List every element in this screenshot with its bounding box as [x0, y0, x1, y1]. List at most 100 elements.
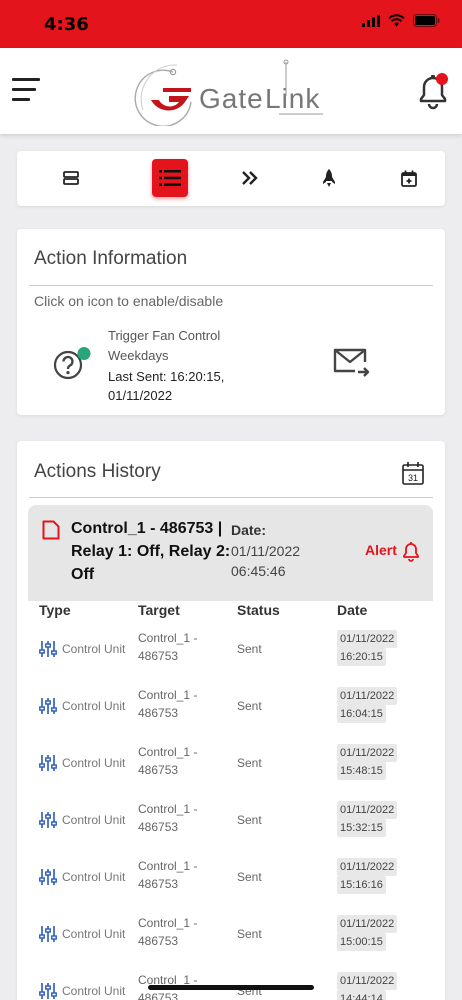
row-date-day: 01/11/2022 [337, 801, 398, 819]
row-status: Sent [237, 927, 262, 941]
row-date-time: 14:44:14 [337, 990, 386, 1000]
email-send-icon[interactable] [332, 344, 372, 378]
action-toolbar [17, 151, 445, 206]
control-unit-icon [39, 755, 57, 771]
row-date-time: 15:32:15 [337, 819, 386, 837]
row-type: Control Unit [62, 870, 126, 884]
row-date-day: 01/11/2022 [337, 915, 398, 933]
row-date-time: 15:16:16 [337, 876, 386, 894]
alert-datetime: 01/11/2022 06:45:46 [231, 541, 300, 581]
row-date: 01/11/2022 14:44:14 [337, 972, 398, 1000]
row-target-id: 486753 [138, 706, 179, 720]
last-sent-date: 01/11/2022 [108, 388, 173, 403]
row-target-name: Control_1 - [138, 745, 198, 759]
list-icon [159, 170, 181, 186]
row-date-day: 01/11/2022 [337, 630, 398, 648]
row-status: Sent [237, 699, 262, 713]
alert-bell-icon [403, 542, 419, 562]
notification-bell-icon[interactable] [416, 72, 450, 110]
menu-icon[interactable] [12, 78, 40, 102]
row-target-id: 486753 [138, 763, 179, 777]
alert-date: 01/11/2022 [231, 543, 301, 559]
actions-history-card: Actions History 31 Control_1 - 486753 | … [17, 441, 445, 1000]
divider [29, 497, 433, 498]
table-row[interactable]: Control Unit Control_1 - 486753 Sent 01/11/2… [39, 854, 439, 911]
last-sent: Last Sent: 16:20:15, 01/11/2022 [108, 367, 224, 405]
control-unit-icon [39, 812, 57, 828]
action-details: Trigger Fan Control Weekdays Last Sent: … [108, 326, 224, 405]
row-target-name: Control_1 - [138, 859, 198, 873]
wifi-icon [388, 14, 405, 27]
row-target: Control_1 - 486753 [138, 857, 197, 893]
table-row[interactable]: Control Unit Control_1 -486753 Sent 01/11/2… [39, 911, 439, 968]
tab-list[interactable] [152, 159, 188, 197]
history-table-header: Type Target Status Date [39, 602, 439, 624]
row-date-day: 01/11/2022 [337, 687, 398, 705]
row-target-id: 486753 [138, 877, 179, 891]
table-row[interactable]: Control Unit Control_1 -486753 Sent 01/11/2… [39, 740, 439, 797]
rocket-icon [323, 169, 335, 187]
control-unit-icon [39, 869, 57, 885]
row-date-time: 16:20:15 [337, 648, 386, 666]
svg-text:Link: Link [265, 83, 320, 114]
row-date-day: 01/11/2022 [337, 744, 398, 762]
document-icon [42, 520, 60, 540]
row-target-id: 486753 [138, 991, 179, 1000]
row-target-name: Control_1 - [138, 688, 198, 702]
latest-alert-card[interactable]: Control_1 - 486753 | Relay 1: Off, Relay… [28, 505, 433, 601]
row-date: 01/11/2022 15:32:15 [337, 801, 398, 837]
signal-icon [362, 14, 380, 27]
column-date: Date [337, 602, 368, 618]
tab-rocket[interactable] [311, 159, 347, 197]
row-date: 01/11/2022 15:48:15 [337, 744, 398, 780]
table-row[interactable]: Control Unit Control_1 - 486753 Sent 01/11/2… [39, 683, 439, 740]
actions-history-title: Actions History [34, 461, 161, 482]
row-target: Control_1 - 486753 [138, 686, 197, 722]
control-unit-icon [39, 698, 57, 714]
row-status: Sent [237, 813, 262, 827]
column-status: Status [237, 602, 280, 618]
table-row[interactable]: Control Unit Control_1 -486753 Sent 01/11/2… [39, 626, 439, 683]
row-date-time: 16:04:15 [337, 705, 386, 723]
row-date-time: 15:48:15 [337, 762, 386, 780]
row-target-id: 486753 [138, 820, 179, 834]
row-type: Control Unit [62, 984, 126, 998]
calendar-day: 31 [408, 473, 418, 483]
double-chevron-icon [242, 171, 258, 185]
alert-label: Alert [365, 542, 397, 558]
row-target-name: Control_1 - [138, 631, 198, 645]
row-status: Sent [237, 756, 262, 770]
app-header: Gate Link [0, 48, 462, 134]
row-status: Sent [237, 870, 262, 884]
alert-time: 06:45:46 [231, 563, 286, 579]
action-information-title: Action Information [34, 248, 188, 269]
calendar-add-icon [401, 170, 417, 187]
status-time: 4:36 [44, 14, 89, 35]
calendar-icon[interactable]: 31 [402, 461, 424, 485]
row-type: Control Unit [62, 642, 126, 656]
table-row[interactable]: Control Unit Control_1 -486753 Sent 01/11/2… [39, 968, 439, 1000]
row-target: Control_1 - 486753 [138, 629, 197, 665]
action-information-card: Action Information Click on icon to enab… [17, 229, 445, 415]
enable-hint: Click on icon to enable/disable [34, 293, 224, 309]
layers-icon [63, 171, 79, 185]
column-target: Target [138, 602, 180, 618]
alert-title: Control_1 - 486753 | Relay 1: Off, Relay… [71, 520, 231, 583]
tab-calendar-add[interactable] [391, 159, 427, 197]
row-date-day: 01/11/2022 [337, 858, 398, 876]
column-type: Type [39, 602, 71, 618]
tab-layers[interactable] [53, 159, 89, 197]
gatelink-logo: Gate Link [134, 59, 323, 126]
row-type: Control Unit [62, 699, 126, 713]
last-sent-time: Last Sent: 16:20:15, [108, 369, 225, 384]
row-target-id: 486753 [138, 934, 179, 948]
table-row[interactable]: Control Unit Control_1 -486753 Sent 01/11/2… [39, 797, 439, 854]
row-date: 01/11/2022 15:16:16 [337, 858, 398, 894]
help-toggle-icon[interactable] [52, 347, 92, 383]
control-unit-icon [39, 926, 57, 942]
control-unit-icon [39, 641, 57, 657]
tab-forward[interactable] [232, 159, 268, 197]
row-target: Control_1 - 486753 [138, 914, 197, 950]
svg-text:Gate: Gate [199, 83, 264, 114]
row-date: 01/11/2022 15:00:15 [337, 915, 398, 951]
